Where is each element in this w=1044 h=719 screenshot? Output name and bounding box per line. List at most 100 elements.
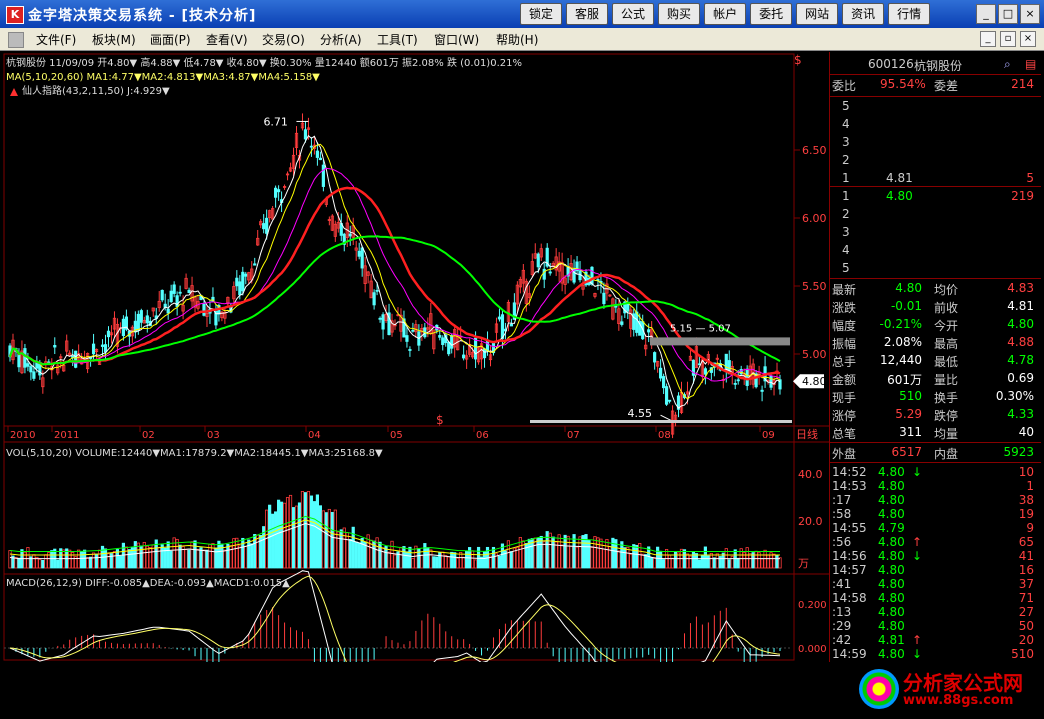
volume-bar	[482, 551, 487, 569]
volume-bar	[312, 501, 317, 569]
date-tick-label: 2010	[10, 430, 35, 441]
waipan-row-cell: 外盘	[832, 447, 857, 461]
date-tick-label: 07	[567, 430, 580, 441]
menu-item-1[interactable]: 板块(M)	[92, 31, 136, 48]
tick-row-cell: 4.80	[878, 479, 905, 493]
ask-row: 1 4.81 5	[830, 170, 1041, 185]
volume-bar	[354, 541, 358, 569]
candle-body	[160, 289, 164, 301]
date-tick-label: 06	[476, 430, 489, 441]
candle-body	[321, 164, 325, 187]
stat-row-cell: 4.78	[1007, 353, 1034, 367]
bid-row-cell: 5	[842, 261, 850, 275]
menu-item-2[interactable]: 画面(P)	[150, 31, 191, 48]
minimize-icon[interactable]: _	[976, 4, 996, 24]
toolbar-button-8[interactable]: 行情	[888, 3, 931, 25]
candle-body	[91, 343, 96, 355]
volume-bar	[662, 559, 666, 569]
mdi-controls: _ ▫ ×	[980, 31, 1036, 47]
tick-row: :41 4.80 37	[830, 576, 1041, 591]
candle-body	[411, 329, 415, 332]
toolbar-button-1[interactable]: 客服	[566, 3, 609, 25]
menu-item-0[interactable]: 文件(F)	[36, 31, 76, 48]
menu-item-5[interactable]: 分析(A)	[320, 31, 362, 48]
peak-price-label: 6.71	[263, 115, 288, 128]
bid-row-cell: 2	[842, 207, 850, 221]
candle-body	[733, 382, 737, 385]
tick-row-cell: 4.80	[878, 591, 905, 605]
stat-row-cell: -0.01	[890, 299, 922, 313]
volume-bar	[509, 551, 513, 569]
stat-row-cell: 4.81	[1007, 299, 1034, 313]
candle-body	[318, 157, 322, 161]
watermark-title: 分析家公式网	[903, 671, 1023, 695]
volume-tick-label: 20.0	[798, 515, 823, 528]
menu-item-6[interactable]: 工具(T)	[377, 31, 418, 48]
ask-row-cell: 5	[842, 99, 850, 113]
volume-bar	[274, 511, 278, 569]
menu-item-3[interactable]: 查看(V)	[206, 31, 248, 48]
close-icon[interactable]: ×	[1020, 4, 1040, 24]
volume-bar	[160, 544, 164, 569]
volume-bar	[41, 559, 45, 569]
tick-row-cell: 4.80	[878, 549, 905, 563]
toolbar-button-7[interactable]: 资讯	[842, 3, 885, 25]
tick-row-cell: 19	[1018, 507, 1034, 521]
stat-row-cell: 311	[899, 425, 922, 439]
volume-bar	[712, 557, 716, 569]
candle-body	[103, 344, 108, 353]
tick-row-cell: :29	[832, 619, 852, 633]
mdi-restore-icon[interactable]: ▫	[1000, 31, 1016, 47]
volume-bar	[178, 544, 182, 569]
candle-body	[32, 371, 36, 379]
quote-title-cell: 杭钢股份	[914, 59, 963, 73]
tick-row: 14:59 4.80 510 ↓	[830, 646, 1041, 661]
toolbar-button-6[interactable]: 网站	[796, 3, 839, 25]
stat-row-cell: 前收	[934, 301, 959, 315]
quote-title-cell: 600126	[868, 57, 914, 71]
price-tick-label: 5.00	[802, 348, 827, 361]
menu-item-4[interactable]: 交易(O)	[262, 31, 305, 48]
ma-header: MA(5,10,20,60) MA1:4.77▼MA2:4.813▼MA3:4.…	[6, 72, 320, 83]
stat-row-cell: 最低	[934, 355, 959, 369]
volume-bar	[103, 548, 108, 569]
candle-body	[187, 289, 191, 294]
quote-title: 600126 杭钢股份 ⌕ ▤	[830, 56, 1041, 73]
mdi-close-icon[interactable]: ×	[1020, 31, 1036, 47]
tick-row-cell: 1	[1026, 479, 1034, 493]
menu-item-8[interactable]: 帮助(H)	[496, 31, 538, 48]
technical-chart[interactable]: 5.00 5.50 6.00 6.50 2010 2011 02 03 04 05 06 07 08 09…	[0, 52, 829, 662]
stat-row-cell: 40	[1018, 425, 1034, 439]
period-label: 日线	[796, 427, 818, 441]
stat-row-cell: -0.21%	[879, 317, 922, 331]
mdi-minimize-icon[interactable]: _	[980, 31, 996, 47]
toolbar-button-3[interactable]: 购买	[658, 3, 701, 25]
tick-row-cell: 65	[1018, 535, 1034, 549]
toolbar-button-5[interactable]: 委托	[750, 3, 793, 25]
candle-body	[169, 290, 173, 303]
stat-row-cell: 今开	[934, 319, 959, 333]
maximize-icon[interactable]: □	[998, 4, 1018, 24]
volume-bar	[297, 502, 302, 569]
stat-row-cell: 4.80	[1007, 317, 1034, 331]
menu-item-7[interactable]: 窗口(W)	[434, 31, 479, 48]
volume-bar	[736, 557, 740, 569]
toolbar-button-0[interactable]: 锁定	[520, 3, 563, 25]
macd-tick-label: 0.200	[798, 600, 827, 611]
menu-grip-icon	[8, 32, 24, 48]
volume-bar	[121, 542, 126, 569]
window-title: 金字塔决策交易系统 - [技术分析]	[28, 8, 257, 24]
volume-bar	[187, 549, 191, 569]
tick-row-cell: 4.79	[878, 521, 905, 535]
tick-row: 14:55 4.79 9	[830, 520, 1041, 535]
toolbar-button-2[interactable]: 公式	[612, 3, 655, 25]
volume-bar	[706, 555, 710, 569]
tick-row-cell: ↓	[912, 465, 923, 479]
divider	[830, 96, 1041, 97]
candle-body	[29, 366, 33, 373]
toolbar-button-4[interactable]: 帐户	[704, 3, 747, 25]
stat-row-cell: 12,440	[880, 353, 922, 367]
tick-row-cell: 14:53	[832, 479, 867, 493]
bid-row: 3	[830, 224, 1041, 239]
ask-row-cell: 1	[842, 171, 850, 185]
